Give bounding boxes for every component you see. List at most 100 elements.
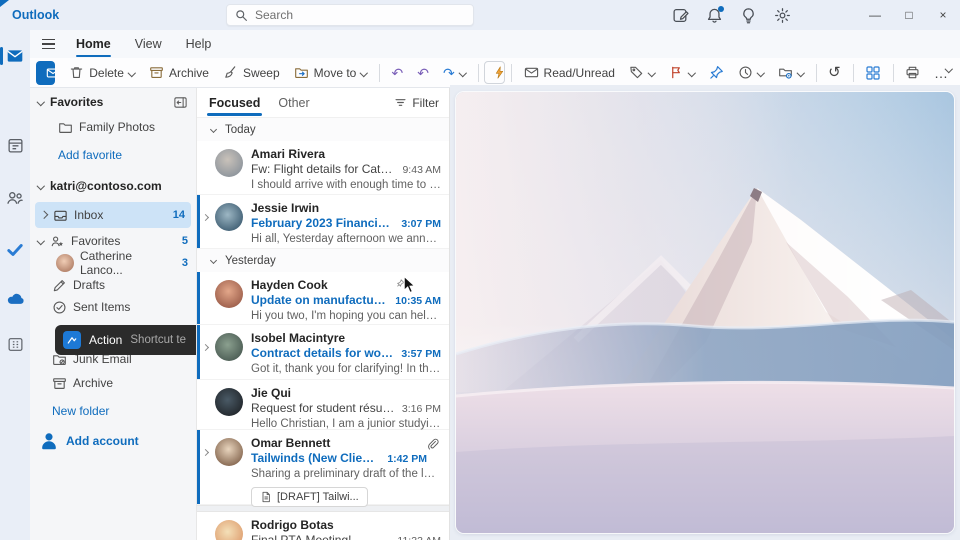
lightning-icon [493, 66, 505, 79]
preview: I should arrive with enough time to atte… [251, 178, 441, 193]
quick-steps-button[interactable]: Quick steps [484, 61, 505, 84]
message-row[interactable]: Amari Rivera Fw: Flight details for Cath… [197, 141, 449, 195]
snooze-button[interactable] [732, 61, 770, 84]
new-folder-link[interactable]: New folder [30, 400, 196, 422]
rail-more-apps-icon[interactable] [0, 332, 30, 356]
tag-icon [629, 65, 644, 80]
mail-icon [46, 66, 55, 80]
new-mail-button[interactable]: New Mail [36, 61, 55, 85]
rail-mail-icon[interactable] [0, 44, 30, 68]
tab-focused[interactable]: Focused [207, 90, 262, 116]
attachment-chip[interactable]: [DRAFT] Tailwi... [251, 487, 368, 507]
message-row[interactable]: Omar Bennett Tailwinds (New Client) Cont… [197, 430, 449, 505]
pin-icon [709, 65, 724, 80]
more-options-icon[interactable]: … [928, 62, 954, 84]
maximize-button[interactable]: □ [892, 0, 926, 30]
account-header[interactable]: katri@contoso.com [30, 176, 196, 196]
favorites-header[interactable]: Favorites [30, 92, 196, 112]
sender-name: Amari Rivera [251, 147, 441, 162]
add-favorite-link[interactable]: Add favorite [30, 144, 196, 166]
folder-family-photos[interactable]: Family Photos [30, 116, 196, 138]
timestamp: 3:57 PM [401, 347, 441, 362]
folder-archive[interactable]: Archive [30, 372, 196, 394]
filter-icon [394, 96, 407, 109]
group-header-yesterday[interactable]: Yesterday [197, 249, 449, 272]
undo-icon[interactable]: ↶ [386, 62, 410, 84]
action-icon [63, 331, 81, 349]
message-row[interactable]: Isobel Macintyre Contract details for wo… [197, 325, 449, 380]
inbox-icon [53, 208, 68, 223]
avatar [215, 203, 243, 231]
folder-drafts[interactable]: Drafts [30, 274, 196, 296]
search-bar[interactable] [226, 4, 474, 26]
folder-inbox[interactable]: Inbox 14 [35, 202, 191, 228]
tab-home[interactable]: Home [64, 32, 123, 56]
read-unread-button[interactable]: Read/Unread [518, 61, 621, 84]
expand-chevron-icon[interactable] [203, 345, 209, 351]
settings-icon[interactable] [772, 5, 792, 25]
unread-indicator [197, 272, 200, 324]
printer-icon [905, 65, 920, 80]
filter-button[interactable]: Filter [394, 96, 439, 110]
folder-icon [58, 120, 73, 135]
photo-attachment-preview[interactable] [456, 92, 954, 533]
add-account-button[interactable]: Add account [30, 428, 196, 454]
message-row[interactable]: Hayden Cook Update on manufacturing plan… [197, 272, 449, 325]
unread-count: 14 [173, 209, 185, 221]
message-row[interactable]: Jessie Irwin February 2023 Financial Res… [197, 195, 449, 249]
undo-all-icon[interactable]: ↶ [411, 62, 435, 84]
delete-button[interactable]: Delete [63, 61, 141, 84]
trash-icon [69, 65, 84, 80]
subject: Request for student résumé review [251, 401, 396, 416]
undo-dark-icon[interactable]: ↺ [822, 61, 847, 84]
notifications-icon[interactable] [704, 5, 724, 25]
hamburger-menu-icon[interactable] [30, 39, 64, 49]
tab-other[interactable]: Other [276, 90, 311, 116]
print-button[interactable] [899, 61, 926, 84]
tab-help[interactable]: Help [174, 32, 224, 56]
sender-name: Jie Qui [251, 386, 441, 401]
message-row[interactable]: Jie Qui Request for student résumé revie… [197, 380, 449, 430]
expand-chevron-icon[interactable] [41, 212, 47, 218]
folder-catherine[interactable]: Catherine Lanco... 3 [30, 252, 196, 274]
rules-button[interactable] [772, 61, 810, 84]
group-header-today[interactable]: Today [197, 118, 449, 141]
rail-people-icon[interactable] [0, 186, 30, 210]
timestamp: 11:33 AM [397, 534, 441, 540]
close-button[interactable]: × [926, 0, 960, 30]
archive-button[interactable]: Archive [143, 61, 215, 84]
tag-button[interactable] [623, 61, 661, 84]
folder-sent-items[interactable]: Sent Items [30, 296, 196, 318]
rail-todo-icon[interactable] [0, 238, 30, 262]
minimize-button[interactable]: — [858, 0, 892, 30]
subject: Update on manufacturing plant... [251, 293, 389, 308]
redo-button[interactable]: ↷ [437, 62, 472, 84]
tips-icon[interactable] [738, 5, 758, 25]
unread-indicator [197, 430, 200, 504]
pin-button[interactable] [703, 61, 730, 84]
message-row[interactable]: Rodrigo Botas Final PTA Meeting!11:33 AM [197, 512, 449, 540]
ribbon: Home View Help New Mail Delete Archive [30, 30, 960, 88]
avatar [215, 333, 243, 361]
search-input[interactable] [255, 8, 465, 22]
rail-calendar-icon[interactable] [0, 133, 30, 157]
timestamp: 9:43 AM [402, 163, 441, 178]
rail-onedrive-icon[interactable] [0, 286, 30, 310]
apps-grid-button[interactable] [859, 61, 887, 85]
ribbon-tabs: Home View Help [30, 30, 960, 58]
ribbon-collapse-icon[interactable] [946, 66, 952, 72]
rail-selection-indicator [0, 47, 3, 65]
avatar [215, 520, 243, 540]
expand-chevron-icon[interactable] [203, 450, 209, 456]
app-title: Outlook [12, 8, 59, 22]
expand-chevron-icon[interactable] [203, 215, 209, 221]
move-to-button[interactable]: Move to [288, 61, 374, 84]
sweep-button[interactable]: Sweep [217, 61, 286, 84]
collapse-pane-icon[interactable] [173, 95, 188, 110]
my-day-icon[interactable] [670, 5, 690, 25]
unread-count: 3 [182, 257, 188, 269]
action-tooltip: Action Shortcut te [55, 325, 196, 355]
tab-view[interactable]: View [123, 32, 174, 56]
flag-button[interactable] [663, 61, 701, 84]
sent-check-icon [52, 300, 67, 315]
